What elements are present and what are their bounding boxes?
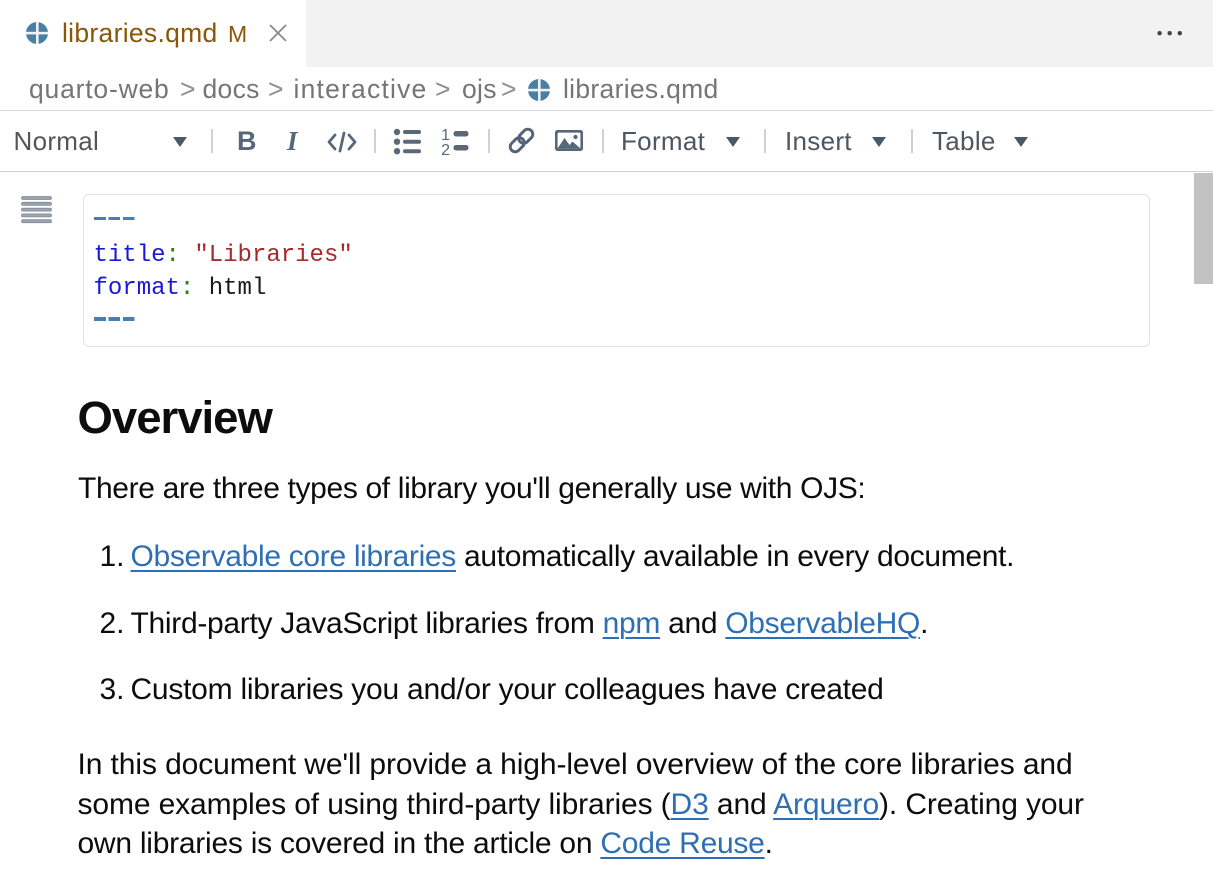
svg-text:2: 2 [441,142,450,157]
